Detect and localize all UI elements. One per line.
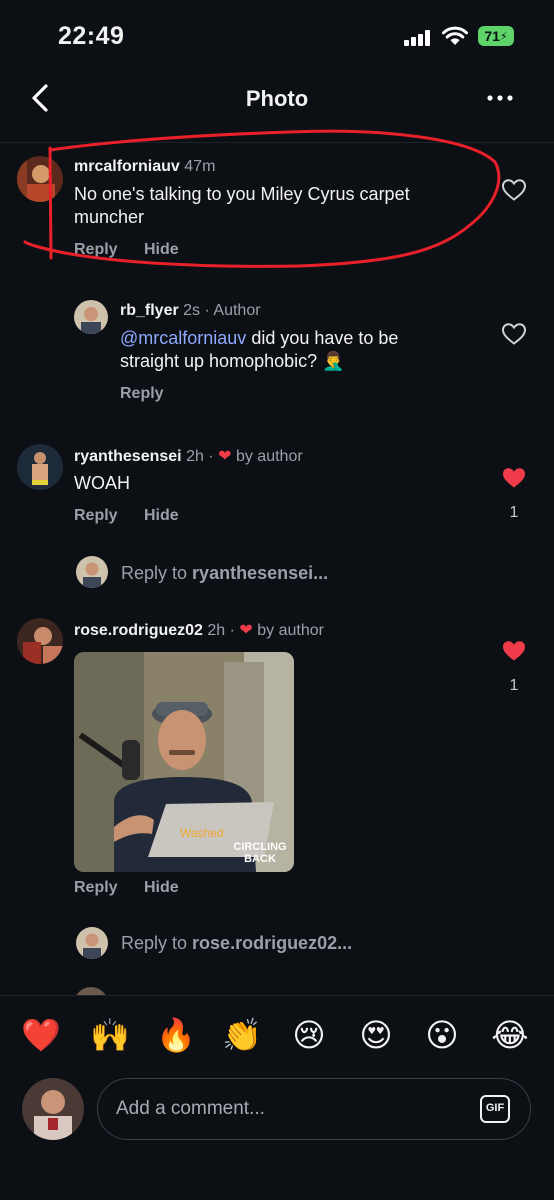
heart-outline-icon[interactable] [501, 178, 527, 202]
page-title: Photo [245, 86, 309, 111]
comment-box: GIF [97, 1078, 531, 1140]
charging-bolt-icon: ⚡ [499, 30, 508, 43]
avatar[interactable] [17, 618, 63, 664]
heart-small-icon: ❤ [239, 622, 253, 639]
nav-divider [0, 142, 554, 143]
laptop-sticker-text: Washed [180, 826, 224, 840]
nav-bar: Photo [0, 72, 554, 128]
emoji-laughing[interactable]: 😂 [489, 1014, 531, 1056]
composer-divider [0, 995, 554, 996]
cutoff-comment [74, 987, 194, 995]
timestamp: 2h · [186, 448, 214, 465]
mention-link[interactable]: @mrcalforniauv [120, 328, 246, 348]
hide-button[interactable]: Hide [144, 879, 179, 897]
timestamp: 47m [184, 158, 216, 175]
reply-button[interactable]: Reply [74, 879, 118, 897]
emoji-reaction-bar: ❤️ 🙌 🔥 👏 😢 😍 😮 😂 [0, 1014, 554, 1060]
heart-filled-icon[interactable] [501, 466, 527, 490]
hide-button[interactable]: Hide [144, 241, 179, 259]
username[interactable]: ryanthesensei [74, 448, 182, 465]
status-bar: 22:49 71 ⚡ [0, 0, 554, 72]
like-count: 1 [509, 504, 519, 521]
reply-button[interactable]: Reply [74, 241, 118, 259]
comment-text: WOAH [74, 473, 130, 493]
avatar[interactable] [17, 444, 63, 490]
gif-button[interactable]: GIF [480, 1095, 510, 1123]
comment-header: rb_flyer 2s · Author [120, 302, 261, 320]
avatar [76, 927, 108, 959]
username[interactable]: rb_flyer [120, 302, 179, 319]
reply-button[interactable]: Reply [120, 385, 164, 403]
current-user-avatar [22, 1078, 84, 1140]
clock: 22:49 [58, 22, 125, 50]
comment-header: mrcalforniauv 47m [74, 158, 215, 176]
reply-to-prefix: Reply to [121, 563, 193, 583]
liked-by-author: by author [235, 448, 303, 465]
comment-text: No one's talking to you Miley Cyrus carp… [74, 184, 410, 227]
username[interactable]: mrcalforniauv [74, 158, 180, 175]
emoji-crying[interactable]: 😢 [288, 1014, 330, 1056]
emoji-clap[interactable]: 👏 [221, 1014, 263, 1056]
wifi-icon [442, 26, 468, 45]
reply-to-user: ryanthesensei... [192, 563, 329, 583]
comment-header: rose.rodriguez02 2h · ❤ by author [74, 620, 324, 640]
heart-filled-icon[interactable] [501, 639, 527, 663]
emoji-fire[interactable]: 🔥 [155, 1014, 197, 1056]
more-options-button[interactable] [484, 88, 516, 108]
gif-caption-line2: BACK [244, 853, 276, 865]
author-tag: · Author [204, 302, 261, 319]
comment-input[interactable] [116, 1079, 446, 1139]
gif-caption-line1: CIRCLING [233, 841, 286, 853]
hide-button[interactable]: Hide [144, 507, 179, 525]
timestamp: 2s [183, 302, 201, 319]
heart-outline-icon[interactable] [501, 322, 527, 346]
like-count: 1 [509, 677, 519, 694]
battery-level: 71 [484, 28, 500, 44]
comment-text: @mrcalforniauv did you have to be straig… [120, 327, 460, 373]
emoji-raised-hands[interactable]: 🙌 [89, 1014, 131, 1056]
battery-indicator: 71 ⚡ [478, 26, 514, 46]
timestamp: 2h · [207, 622, 235, 639]
reply-to-user: rose.rodriguez02... [192, 933, 353, 953]
gif-image[interactable]: Washed CIRCLING BACK [74, 652, 294, 872]
avatar[interactable] [74, 300, 108, 334]
reply-to-prefix: Reply to [121, 933, 193, 953]
liked-by-author: by author [257, 622, 324, 639]
emoji-heart-eyes[interactable]: 😍 [355, 1014, 397, 1056]
heart-small-icon: ❤ [218, 448, 232, 465]
reply-to-label[interactable]: Reply to ryanthesensei... [121, 563, 328, 584]
avatar[interactable] [17, 156, 63, 202]
emoji-surprised[interactable]: 😮 [421, 1014, 463, 1056]
avatar [76, 556, 108, 588]
username[interactable]: rose.rodriguez02 [74, 622, 203, 639]
comment-header: ryanthesensei 2h · ❤ by author [74, 446, 303, 466]
cellular-signal-icon [404, 30, 434, 46]
reply-button[interactable]: Reply [74, 507, 118, 525]
reply-to-label[interactable]: Reply to rose.rodriguez02... [121, 933, 352, 954]
emoji-heart[interactable]: ❤️ [20, 1014, 62, 1056]
